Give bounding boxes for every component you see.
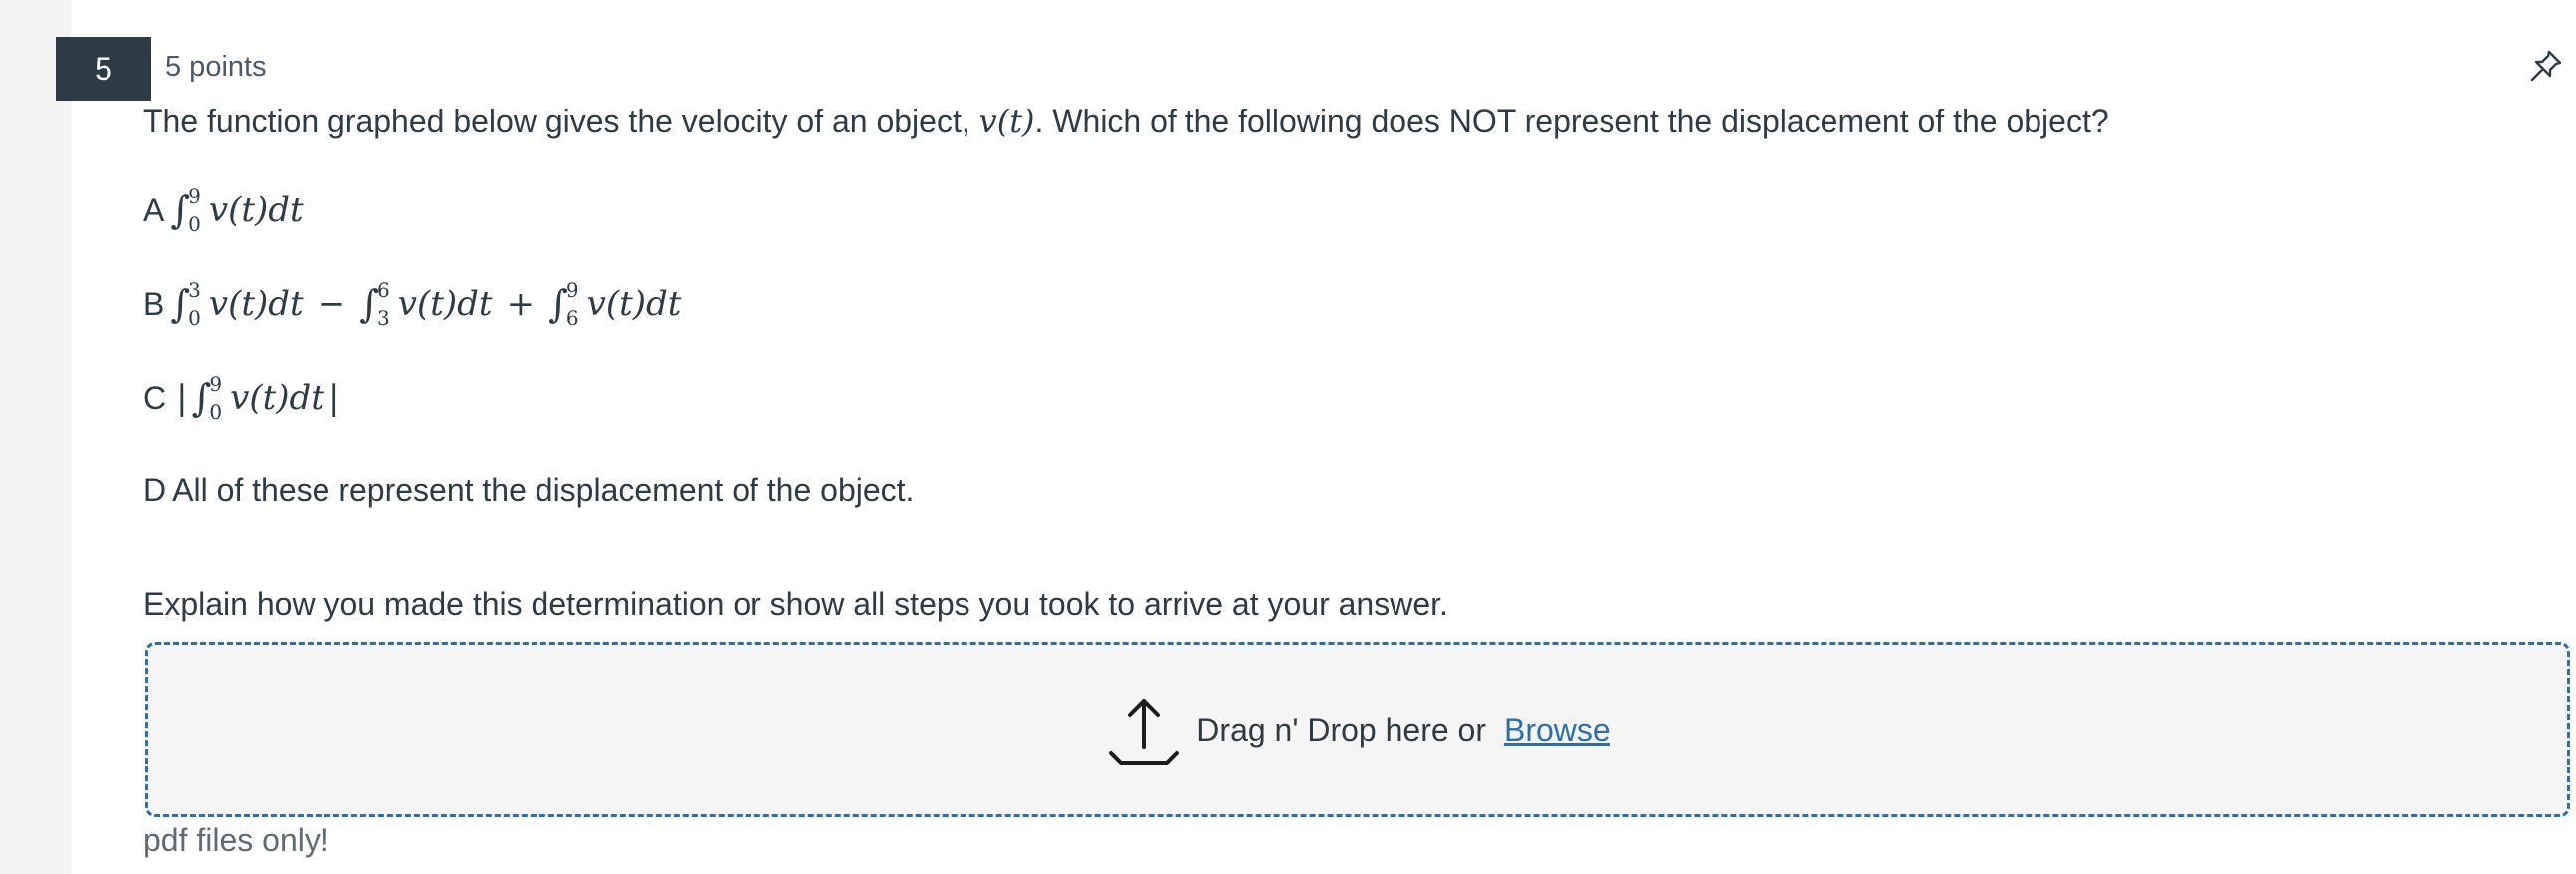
integral-upper: 6 [377,278,390,302]
integral: ∫ 3 0 [170,278,201,329]
upload-icon [1109,699,1180,765]
integrand: v(t)dt [208,190,304,230]
option-letter: B [143,285,165,322]
question-points: 5 points [165,51,267,83]
integral-lower: 0 [188,306,201,329]
browse-link[interactable]: Browse [1504,712,1610,749]
integral-lower: 0 [209,400,223,424]
integral-upper: 9 [188,184,201,208]
left-gutter [0,0,68,874]
file-dropzone[interactable]: Drag n' Drop here or Browse [145,642,2570,817]
integrand: v(t)dt [397,284,493,324]
option-c-formula: | ∫ 9 0 v(t)dt | [172,372,343,424]
integrand: v(t)dt [586,284,682,324]
pin-icon[interactable] [2528,48,2564,84]
option-b-formula: ∫ 3 0 v(t)dt − ∫ 6 3 v(t)dt + ∫ 9 6 v(t)… [170,278,682,329]
velocity-math: v(t) [978,103,1035,140]
option-a[interactable]: A ∫ 9 0 v(t)dt [143,184,304,236]
option-b[interactable]: B ∫ 3 0 v(t)dt − ∫ 6 3 v(t)dt + ∫ 9 6 v(… [143,278,682,329]
integral: ∫ 9 0 [170,184,201,236]
option-letter: A [143,191,165,228]
abs-bar-right: | [327,378,340,418]
integral-upper: 3 [188,278,201,302]
drop-text: Drag n' Drop here or [1196,711,1486,748]
option-c[interactable]: C | ∫ 9 0 v(t)dt | [143,372,343,424]
explain-prompt: Explain how you made this determination … [143,586,1448,622]
integral-lower: 3 [377,306,390,329]
integral-lower: 6 [565,306,579,329]
integral-upper: 9 [209,372,223,396]
file-type-note: pdf files only! [143,822,329,858]
abs-bar-left: | [176,378,188,418]
question-text-before: The function graphed below gives the vel… [143,104,979,139]
option-letter: D [143,472,167,508]
integrand: v(t)dt [230,378,324,418]
question-text: The function graphed below gives the vel… [143,103,2109,140]
option-d-text: All of these represent the displacement … [172,472,915,508]
integral: ∫ 6 3 [359,278,390,329]
integral-lower: 0 [188,212,201,236]
integrand: v(t)dt [208,284,304,324]
operator: + [506,284,536,324]
integral: ∫ 9 6 [548,278,579,329]
left-gutter-shadow [68,0,74,874]
integral-upper: 9 [565,278,579,302]
operator: − [317,284,346,324]
option-a-formula: ∫ 9 0 v(t)dt [170,184,304,236]
option-letter: C [143,379,167,416]
question-text-after: . Which of the following does NOT repres… [1034,104,2109,139]
option-d[interactable]: D All of these represent the displacemen… [143,472,914,509]
question-page: 5 5 points The function graphed below gi… [0,0,2576,874]
question-number-badge: 5 [56,37,151,101]
integral: ∫ 9 0 [191,372,223,424]
